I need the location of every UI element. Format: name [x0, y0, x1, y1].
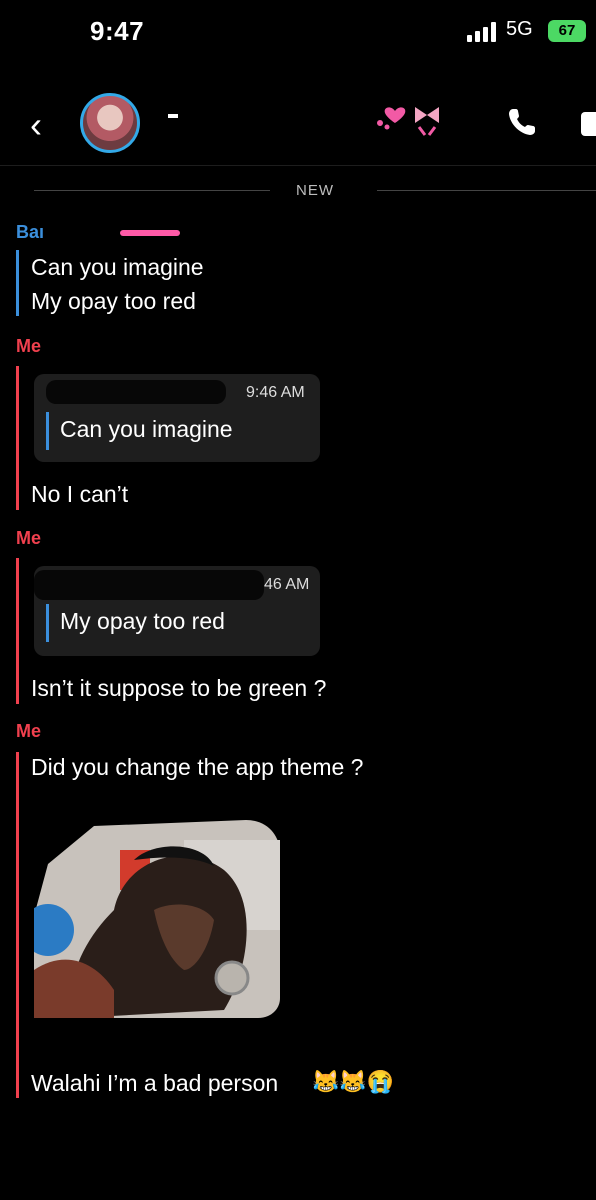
quote-text: Can you imagine	[60, 416, 233, 442]
new-divider-label: NEW	[296, 182, 334, 199]
quoted-reply[interactable]: 46 AM My opay too red	[34, 566, 320, 656]
name-decoration	[120, 230, 180, 236]
message-bar	[16, 752, 19, 1098]
message-text[interactable]: Isn’t it suppose to be green ?	[31, 675, 326, 702]
redacted-name	[46, 380, 226, 404]
sender-name: Me	[16, 528, 42, 548]
message-text[interactable]: No I can’t	[31, 481, 128, 508]
sticker-image[interactable]	[34, 820, 282, 1018]
sender-name: Me	[16, 336, 42, 356]
signal-icon	[467, 22, 496, 42]
sender-name: Baı	[16, 222, 45, 242]
quote-time: 46 AM	[264, 576, 310, 593]
header-divider	[0, 165, 596, 166]
sender-name: Me	[16, 721, 42, 741]
quote-text: My opay too red	[60, 608, 225, 634]
new-divider-line-right	[377, 190, 596, 191]
emoji-reactions: 😹😹😭	[312, 1069, 395, 1094]
contact-name-redacted[interactable]	[168, 114, 178, 118]
message-bar	[16, 366, 19, 510]
message-bar	[16, 250, 19, 316]
message-text[interactable]: Walahi I’m a bad person	[31, 1070, 278, 1097]
message-text[interactable]: Did you change the app theme ?	[31, 754, 363, 781]
message-text[interactable]: Can you imagine	[31, 254, 204, 281]
network-label: 5G	[506, 18, 533, 40]
redacted-name	[34, 570, 264, 600]
quote-bar	[46, 604, 49, 642]
bow-heart-emoji-icon	[377, 107, 439, 136]
message-text[interactable]: My opay too red	[31, 288, 196, 315]
phone-icon[interactable]	[506, 106, 538, 138]
quoted-reply[interactable]: 9:46 AM Can you imagine	[34, 374, 320, 462]
quote-bar	[46, 412, 49, 450]
back-chevron-icon[interactable]: ‹	[30, 104, 42, 146]
video-icon[interactable]	[581, 112, 596, 136]
battery-icon: 67	[548, 20, 586, 42]
quote-time: 9:46 AM	[246, 384, 305, 401]
new-divider-line-left	[34, 190, 270, 191]
avatar[interactable]	[80, 93, 140, 153]
message-bar	[16, 558, 19, 704]
status-time: 9:47	[90, 16, 145, 46]
